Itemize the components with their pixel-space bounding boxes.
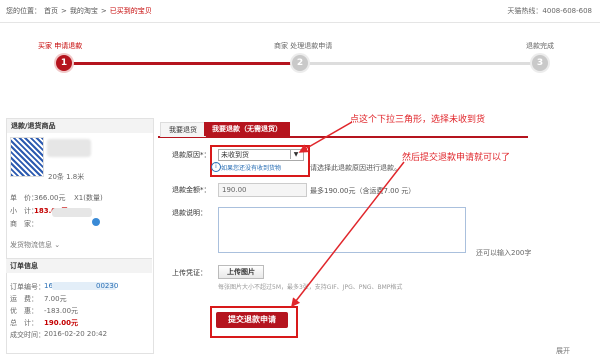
arrow-to-dropdown (298, 121, 353, 153)
annotation-arrows (291, 121, 405, 308)
arrow-to-submit (291, 161, 405, 308)
footer-expand[interactable]: 展开 (556, 346, 570, 356)
